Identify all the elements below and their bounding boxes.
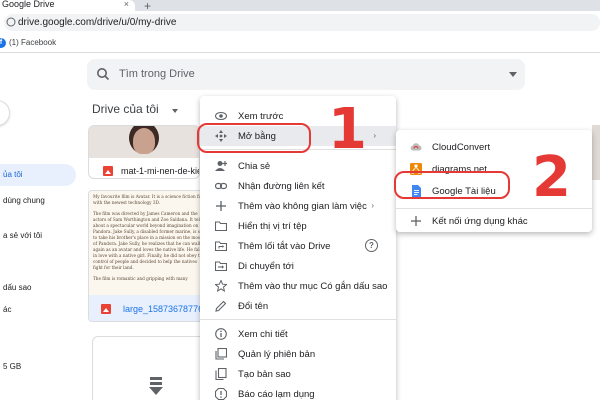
menu-item-label: Thêm vào thư mục Có gắn dấu sao [238, 281, 388, 292]
share-person-icon [215, 161, 227, 171]
search-placeholder: Tìm trong Drive [119, 68, 195, 80]
tab-title: Google Drive [2, 0, 55, 9]
plus-icon [216, 201, 226, 211]
doc-paragraph: My favourite film is Avatar. It is a sci… [93, 194, 206, 205]
file-card-document[interactable]: My favourite film is Avatar. It is a sci… [88, 190, 213, 322]
submenu-item-connect-apps[interactable]: Kết nối ứng dụng khác [396, 210, 592, 232]
browser-tab-bar: Google Drive × + [0, 0, 600, 13]
info-circle-icon[interactable] [6, 17, 16, 27]
info-icon [215, 328, 227, 340]
report-icon [215, 388, 227, 400]
menu-item-move-to[interactable]: Di chuyển tới [200, 256, 396, 276]
menu-item-label: Đổi tên [238, 301, 269, 312]
eye-icon [215, 111, 227, 121]
search-options-icon[interactable] [509, 72, 517, 77]
menu-item-add-starred[interactable]: Thêm vào thư mục Có gắn dấu sao [200, 276, 396, 296]
file-row: mat-1-mi-nen-de-kiem-tra [89, 160, 199, 178]
help-icon[interactable]: ? [365, 239, 378, 252]
doc-paragraph: The film is romantic and gripping with m… [93, 276, 188, 281]
history-icon [215, 348, 227, 360]
document-thumbnail: My favourite film is Avatar. It is a sci… [89, 191, 212, 295]
menu-item-add-shortcut[interactable]: Thêm lối tắt vào Drive ? [200, 236, 396, 256]
thumbnail-detail [133, 128, 155, 154]
url-field[interactable]: drive.google.com/drive/u/0/my-drive [4, 14, 600, 31]
file-card-partial[interactable] [592, 125, 600, 180]
doc-paragraph: The film was directed by James Cameron a… [93, 211, 207, 270]
menu-item-label: Báo cáo lạm dụng [238, 389, 315, 400]
menu-item-get-link[interactable]: Nhận đường liên kết [200, 176, 396, 196]
cloudconvert-icon [410, 143, 422, 151]
menu-divider [200, 319, 396, 320]
submenu-item-label: CloudConvert [432, 142, 491, 153]
shortcut-icon [215, 241, 227, 252]
menu-item-show-location[interactable]: Hiển thị vị trí tệp [200, 216, 396, 236]
folder-icon [215, 221, 227, 232]
menu-item-details[interactable]: Xem chi tiết [200, 324, 396, 344]
search-icon[interactable] [96, 67, 110, 81]
search-input[interactable]: Tìm trong Drive [87, 59, 525, 90]
sidebar: ủa tôi dùng chung a sẻ với tôi dấu sao á… [0, 100, 80, 400]
file-card-image[interactable]: mat-1-mi-nen-de-kiem-tra [88, 125, 200, 179]
plus-icon [411, 216, 421, 226]
menu-item-label: Hiển thị vị trí tệp [238, 221, 307, 232]
submenu-item-label: Kết nối ứng dụng khác [432, 216, 528, 227]
chevron-right-icon: › [371, 201, 374, 210]
menu-item-label: Chia sẻ [238, 161, 271, 172]
menu-item-add-to-workspace[interactable]: Thêm vào không gian làm việc › [200, 196, 396, 216]
page-title[interactable]: Drive của tôi [92, 102, 159, 116]
chevron-down-icon[interactable] [172, 109, 178, 113]
sidebar-item-starred[interactable]: dấu sao [0, 277, 31, 299]
browser-tab[interactable]: Google Drive × [0, 0, 135, 11]
sidebar-item-shared-with-me[interactable]: a sẻ với tôi [0, 225, 42, 247]
menu-item-label: Tạo bản sao [238, 369, 291, 380]
new-button[interactable] [0, 100, 10, 126]
facebook-icon[interactable]: f [0, 38, 6, 48]
file-row-selected: large_1587367877677 [89, 295, 212, 321]
annotation-highlight-google-docs [394, 171, 510, 199]
annotation-step-1: 1 [328, 97, 367, 162]
menu-item-label: Xem trước [238, 111, 284, 122]
file-card[interactable] [92, 336, 210, 400]
link-icon [215, 182, 227, 190]
menu-item-report-abuse[interactable]: Báo cáo lạm dụng [200, 384, 396, 400]
menu-item-rename[interactable]: Đổi tên [200, 296, 396, 316]
menu-item-manage-versions[interactable]: Quản lý phiên bản [200, 344, 396, 364]
bookmarks-bar: f (1) Facebook [0, 33, 600, 53]
menu-item-label: Di chuyển tới [238, 261, 294, 272]
bookmark-facebook[interactable]: (1) Facebook [9, 38, 56, 47]
annotation-highlight-open-with [197, 123, 311, 153]
storage-usage: 5 GB [3, 362, 22, 371]
sidebar-item-my-drive[interactable]: ủa tôi [0, 164, 76, 186]
sidebar-item-shared-drives[interactable]: dùng chung [0, 190, 45, 212]
menu-item-label: Quản lý phiên bản [238, 349, 316, 360]
download-icon [149, 377, 163, 395]
menu-item-make-copy[interactable]: Tạo bản sao [200, 364, 396, 384]
url-text: drive.google.com/drive/u/0/my-drive [18, 17, 177, 28]
image-file-icon [101, 304, 111, 314]
menu-item-label: Nhận đường liên kết [238, 181, 325, 192]
sidebar-item-other[interactable]: ác [0, 299, 11, 321]
menu-item-label: Thêm vào không gian làm việc [238, 201, 367, 212]
image-file-icon [103, 166, 113, 176]
menu-item-label: Xem chi tiết [238, 329, 288, 340]
annotation-step-2: 2 [532, 145, 571, 210]
chevron-right-icon: › [373, 131, 376, 140]
tab-close-icon[interactable]: × [124, 0, 129, 9]
pencil-icon [215, 300, 227, 312]
copy-icon [215, 368, 227, 380]
move-icon [215, 261, 227, 272]
menu-item-label: Thêm lối tắt vào Drive [238, 241, 331, 252]
file-name: mat-1-mi-nen-de-kiem-tra [121, 166, 199, 176]
star-icon [215, 280, 227, 292]
address-bar: drive.google.com/drive/u/0/my-drive [0, 11, 600, 33]
image-thumbnail [89, 126, 199, 158]
